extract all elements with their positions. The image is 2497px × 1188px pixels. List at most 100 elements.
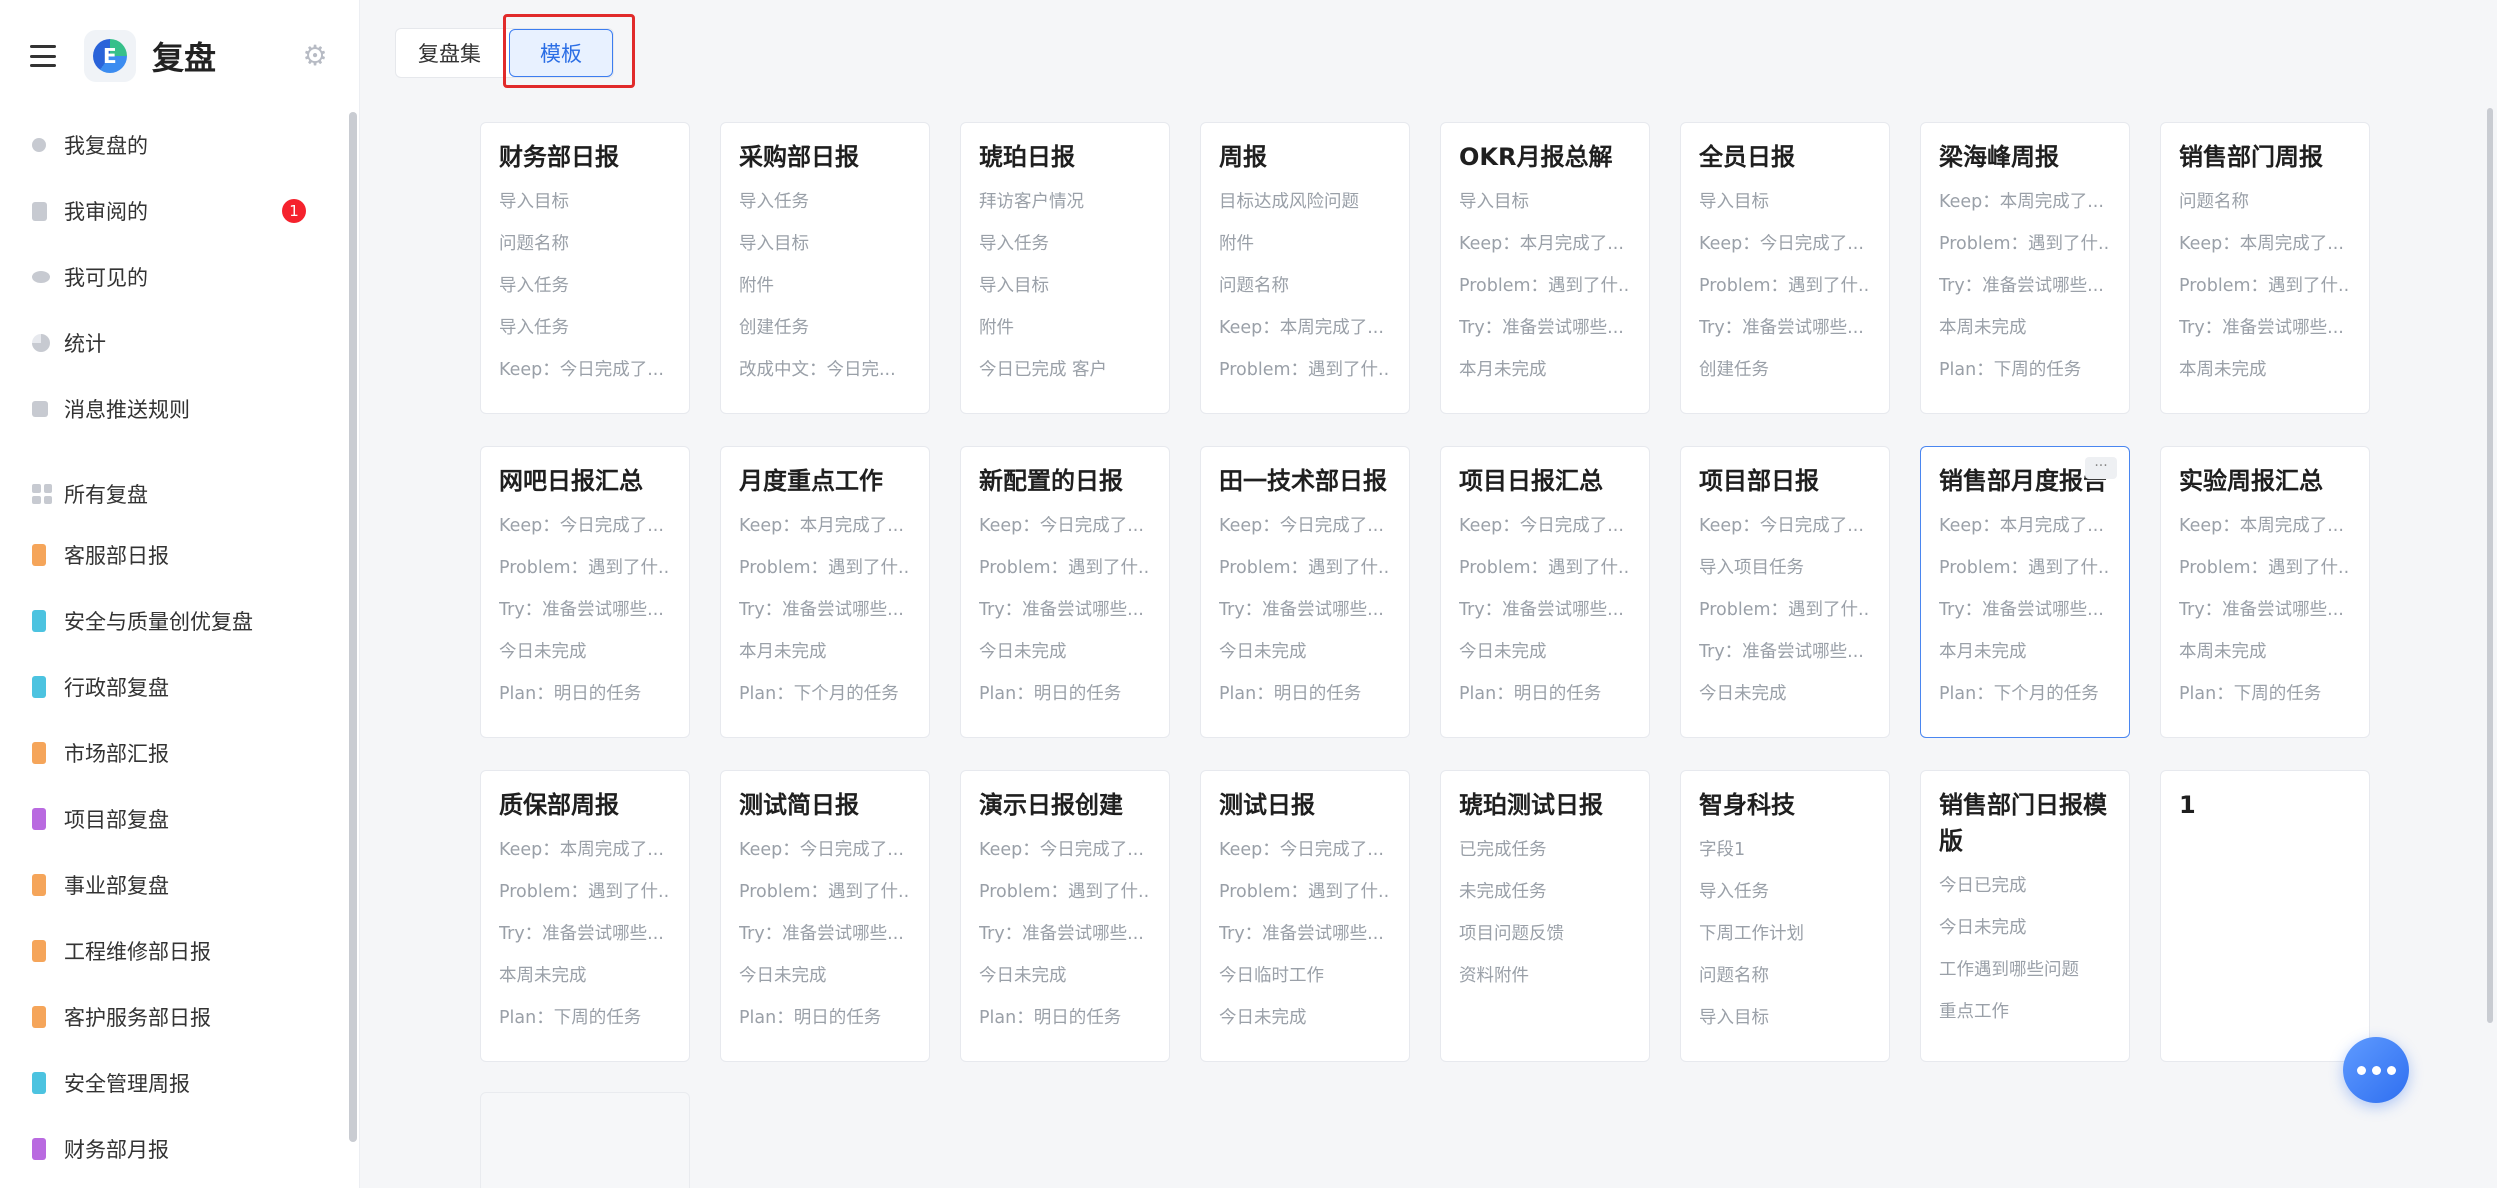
- template-field: Keep：今日完成了...: [979, 840, 1144, 860]
- template-card[interactable]: 测试日报 Keep：今日完成了... Problem：遇到了什... Try：准备尝试…: [1200, 770, 1410, 1062]
- template-card[interactable]: 全员日报 导入目标 Keep：今日完成了... Problem：遇到了什... Try：…: [1680, 122, 1890, 414]
- template-field: 今日未完成: [1219, 1008, 1307, 1028]
- notebook-icon: [32, 1072, 46, 1094]
- more-actions-fab[interactable]: [2343, 1037, 2409, 1103]
- template-field: 已完成任务: [1459, 840, 1547, 860]
- sidebar-group-item[interactable]: 安全与质量创优复盘: [0, 588, 350, 654]
- template-field: Plan：明日的任务: [1219, 684, 1362, 704]
- sidebar-item-all[interactable]: 所有复盘: [0, 466, 350, 522]
- template-card-title: 实验周报汇总: [2179, 467, 2323, 495]
- template-field: 今日已完成 客户: [979, 360, 1108, 380]
- sidebar-group-item[interactable]: 事业部复盘: [0, 852, 350, 918]
- template-field: Try：准备尝试哪些...: [1459, 318, 1624, 338]
- template-field: Keep：本周完成了...: [2179, 516, 2344, 536]
- sidebar-group-item[interactable]: 客护服务部日报: [0, 984, 350, 1050]
- sidebar-group-item[interactable]: 客服部日报: [0, 522, 350, 588]
- template-card[interactable]: 销售部门周报 问题名称 Keep：本周完成了... Problem：遇到了什... Tr…: [2160, 122, 2370, 414]
- template-field: Plan：明日的任务: [739, 1008, 882, 1028]
- sidebar-item-label: 我复盘的: [64, 134, 148, 158]
- sidebar-item[interactable]: 我审阅的 1: [0, 178, 350, 244]
- template-field: 工作遇到哪些问题: [1939, 960, 2079, 980]
- template-card-partial[interactable]: [480, 1092, 690, 1188]
- sidebar-group-item[interactable]: 财务部月报: [0, 1116, 350, 1182]
- gear-icon[interactable]: ⚙: [301, 42, 329, 70]
- sidebar-group-item[interactable]: 工程维修部日报: [0, 918, 350, 984]
- template-field: 导入目标: [739, 234, 809, 254]
- template-field: Try：准备尝试哪些...: [979, 600, 1144, 620]
- sidebar-group-item[interactable]: 市场部汇报: [0, 720, 350, 786]
- template-field: 目标达成风险问题: [1219, 192, 1359, 212]
- template-field: Try：准备尝试哪些...: [1699, 642, 1864, 662]
- template-card-title: 月度重点工作: [739, 467, 883, 495]
- template-card[interactable]: 销售部门日报模版 今日已完成 今日未完成 工作遇到哪些问题 重点工作: [1920, 770, 2130, 1062]
- template-card[interactable]: 周报 目标达成风险问题 附件 问题名称 Keep：本周完成了... Problem：遇到了…: [1200, 122, 1410, 414]
- main-scrollbar[interactable]: [2487, 108, 2493, 1023]
- unread-badge: 1: [282, 199, 306, 223]
- template-card[interactable]: 1: [2160, 770, 2370, 1062]
- template-field: Problem：遇到了什...: [2179, 276, 2351, 296]
- notebook-icon: [32, 610, 46, 632]
- template-card[interactable]: 销售部月度报告 Keep：本月完成了... Problem：遇到了什... Try：准…: [1920, 446, 2130, 738]
- template-card[interactable]: 测试简日报 Keep：今日完成了... Problem：遇到了什... Try：准备尝…: [720, 770, 930, 1062]
- template-field: Keep：今日完成了...: [499, 516, 664, 536]
- template-card[interactable]: 网吧日报汇总 Keep：今日完成了... Problem：遇到了什... Try：准备…: [480, 446, 690, 738]
- template-field: 附件: [1219, 234, 1254, 254]
- tab-collection[interactable]: 复盘集: [396, 29, 503, 77]
- template-field: 本周未完成: [499, 966, 587, 986]
- dot-icon: [2371, 1065, 2381, 1075]
- template-card[interactable]: 演示日报创建 Keep：今日完成了... Problem：遇到了什... Try：准备…: [960, 770, 1170, 1062]
- template-card[interactable]: 梁海峰周报 Keep：本周完成了... Problem：遇到了什... Try：准备尝…: [1920, 122, 2130, 414]
- sidebar-item[interactable]: 消息推送规则: [0, 376, 350, 442]
- template-field: 改成中文：今日完...: [739, 360, 896, 380]
- sidebar: 复盘 ⚙ 我复盘的我审阅的 1 我可见的统计消息推送规则所有复盘客服部日报安全与质量…: [0, 0, 360, 1188]
- template-card[interactable]: 田一技术部日报 Keep：今日完成了... Problem：遇到了什... Try：准…: [1200, 446, 1410, 738]
- notebook-icon: [32, 874, 46, 896]
- template-card[interactable]: 质保部周报 Keep：本周完成了... Problem：遇到了什... Try：准备尝…: [480, 770, 690, 1062]
- sidebar-item[interactable]: 统计: [0, 310, 350, 376]
- template-card[interactable]: 项目部日报 Keep：今日完成了... 导入项目任务 Problem：遇到了什... T…: [1680, 446, 1890, 738]
- template-field: Problem：遇到了什...: [1699, 600, 1871, 620]
- template-card-title: 1: [2179, 791, 2196, 819]
- template-card[interactable]: 智身科技 字段1 导入任务 下周工作计划 问题名称 导入目标: [1680, 770, 1890, 1062]
- sidebar-group-item[interactable]: 项目部复盘: [0, 786, 350, 852]
- template-field: 导入任务: [739, 192, 809, 212]
- template-field: 导入目标: [1699, 192, 1769, 212]
- sidebar-item[interactable]: 我可见的: [0, 244, 350, 310]
- template-card[interactable]: 新配置的日报 Keep：今日完成了... Problem：遇到了什... Try：准备…: [960, 446, 1170, 738]
- tab-template[interactable]: 模板: [509, 29, 613, 77]
- template-field: Try：准备尝试哪些...: [1219, 924, 1384, 944]
- template-card[interactable]: 月度重点工作 Keep：本月完成了... Problem：遇到了什... Try：准备…: [720, 446, 930, 738]
- sidebar-scrollbar[interactable]: [349, 112, 357, 1142]
- template-card-title: 周报: [1219, 143, 1267, 171]
- template-card-title: 销售部门周报: [2179, 143, 2323, 171]
- sidebar-item[interactable]: 我复盘的: [0, 112, 350, 178]
- template-field: Keep：本周完成了...: [2179, 234, 2344, 254]
- template-field: 下周工作计划: [1699, 924, 1804, 944]
- template-card[interactable]: 采购部日报 导入任务 导入目标 附件 创建任务 改成中文：今日完...: [720, 122, 930, 414]
- template-field: 问题名称: [499, 234, 569, 254]
- sidebar-item-label: 统计: [64, 332, 106, 356]
- template-card[interactable]: 财务部日报 导入目标 问题名称 导入任务 导入任务 Keep：今日完成了...: [480, 122, 690, 414]
- template-field: 导入目标: [979, 276, 1049, 296]
- more-options-icon[interactable]: ···: [2085, 457, 2117, 479]
- template-card[interactable]: 项目日报汇总 Keep：今日完成了... Problem：遇到了什... Try：准备…: [1440, 446, 1650, 738]
- template-field: Problem：遇到了什...: [1219, 558, 1391, 578]
- template-card-title: 琥珀测试日报: [1459, 791, 1603, 819]
- sidebar-group-item[interactable]: 行政部复盘: [0, 654, 350, 720]
- template-field: Keep：本周完成了...: [1939, 192, 2104, 212]
- template-field: Keep：今日完成了...: [979, 516, 1144, 536]
- template-card[interactable]: 琥珀测试日报 已完成任务 未完成任务 项目问题反馈 资料附件: [1440, 770, 1650, 1062]
- hamburger-menu-icon[interactable]: [30, 45, 56, 67]
- template-field: 未完成任务: [1459, 882, 1547, 902]
- template-field: 今日未完成: [979, 966, 1067, 986]
- template-card[interactable]: OKR月报总解 导入目标 Keep：本月完成了... Problem：遇到了什... T…: [1440, 122, 1650, 414]
- template-field: Keep：今日完成了...: [1699, 234, 1864, 254]
- template-field: Try：准备尝试哪些...: [499, 924, 664, 944]
- pie-chart-icon: [32, 334, 50, 352]
- template-card[interactable]: 实验周报汇总 Keep：本周完成了... Problem：遇到了什... Try：准备…: [2160, 446, 2370, 738]
- template-field: Keep：本周完成了...: [499, 840, 664, 860]
- template-card-title: 采购部日报: [739, 143, 859, 171]
- sidebar-group-item[interactable]: 安全管理周报: [0, 1050, 350, 1116]
- template-card[interactable]: 琥珀日报 拜访客户情况 导入任务 导入目标 附件 今日已完成 客户: [960, 122, 1170, 414]
- template-field: 导入任务: [499, 318, 569, 338]
